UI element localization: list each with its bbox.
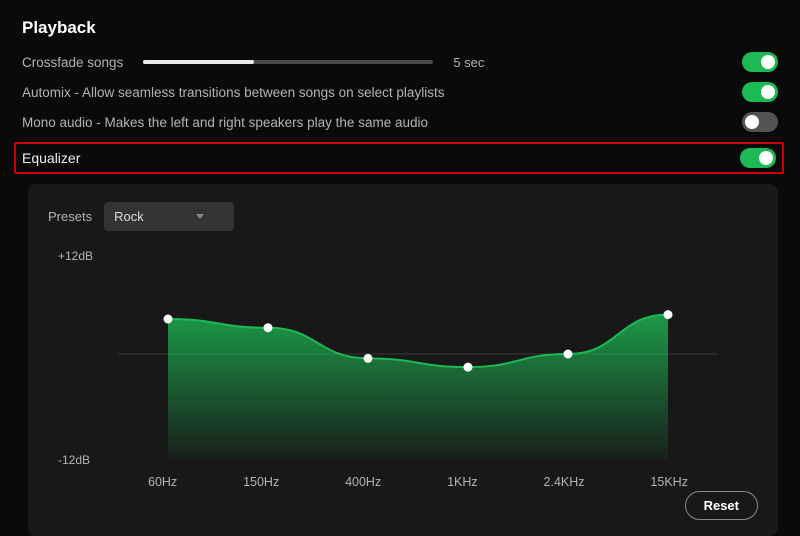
x-axis-label: 60Hz [148, 475, 177, 489]
equalizer-row: Equalizer [14, 142, 784, 174]
x-axis-label: 2.4KHz [544, 475, 585, 489]
crossfade-slider[interactable] [143, 60, 433, 64]
mono-row: Mono audio - Makes the left and right sp… [22, 112, 778, 132]
equalizer-panel: Presets Rock +12dB -12dB [28, 184, 778, 536]
crossfade-value: 5 sec [453, 55, 484, 70]
automix-row: Automix - Allow seamless transitions bet… [22, 82, 778, 102]
eq-band-handle[interactable] [164, 315, 173, 324]
automix-label: Automix - Allow seamless transitions bet… [22, 85, 444, 100]
x-axis-label: 400Hz [345, 475, 381, 489]
equalizer-chart[interactable]: +12dB -12dB 60Hz 150Hz 400Hz 1KHz 2.4KHz 15KH… [48, 249, 758, 489]
reset-button[interactable]: Reset [685, 491, 758, 520]
y-axis-top-label: +12dB [58, 249, 93, 263]
section-title: Playback [22, 18, 778, 38]
presets-label: Presets [48, 209, 92, 224]
chevron-down-icon [196, 214, 204, 219]
eq-band-handle[interactable] [464, 363, 473, 372]
eq-band-handle[interactable] [364, 354, 373, 363]
mono-toggle[interactable] [742, 112, 778, 132]
crossfade-toggle[interactable] [742, 52, 778, 72]
eq-band-handle[interactable] [664, 310, 673, 319]
crossfade-row: Crossfade songs 5 sec [22, 52, 778, 72]
eq-band-handle[interactable] [564, 350, 573, 359]
mono-label: Mono audio - Makes the left and right sp… [22, 115, 428, 130]
x-axis-label: 15KHz [650, 475, 688, 489]
equalizer-toggle[interactable] [740, 148, 776, 168]
automix-toggle[interactable] [742, 82, 778, 102]
eq-band-handle[interactable] [264, 323, 273, 332]
x-axis-label: 150Hz [243, 475, 279, 489]
x-axis-label: 1KHz [447, 475, 478, 489]
preset-select[interactable]: Rock [104, 202, 234, 231]
y-axis-bottom-label: -12dB [58, 453, 90, 467]
preset-selected-value: Rock [114, 209, 144, 224]
equalizer-label: Equalizer [22, 150, 80, 166]
crossfade-label: Crossfade songs [22, 55, 123, 70]
